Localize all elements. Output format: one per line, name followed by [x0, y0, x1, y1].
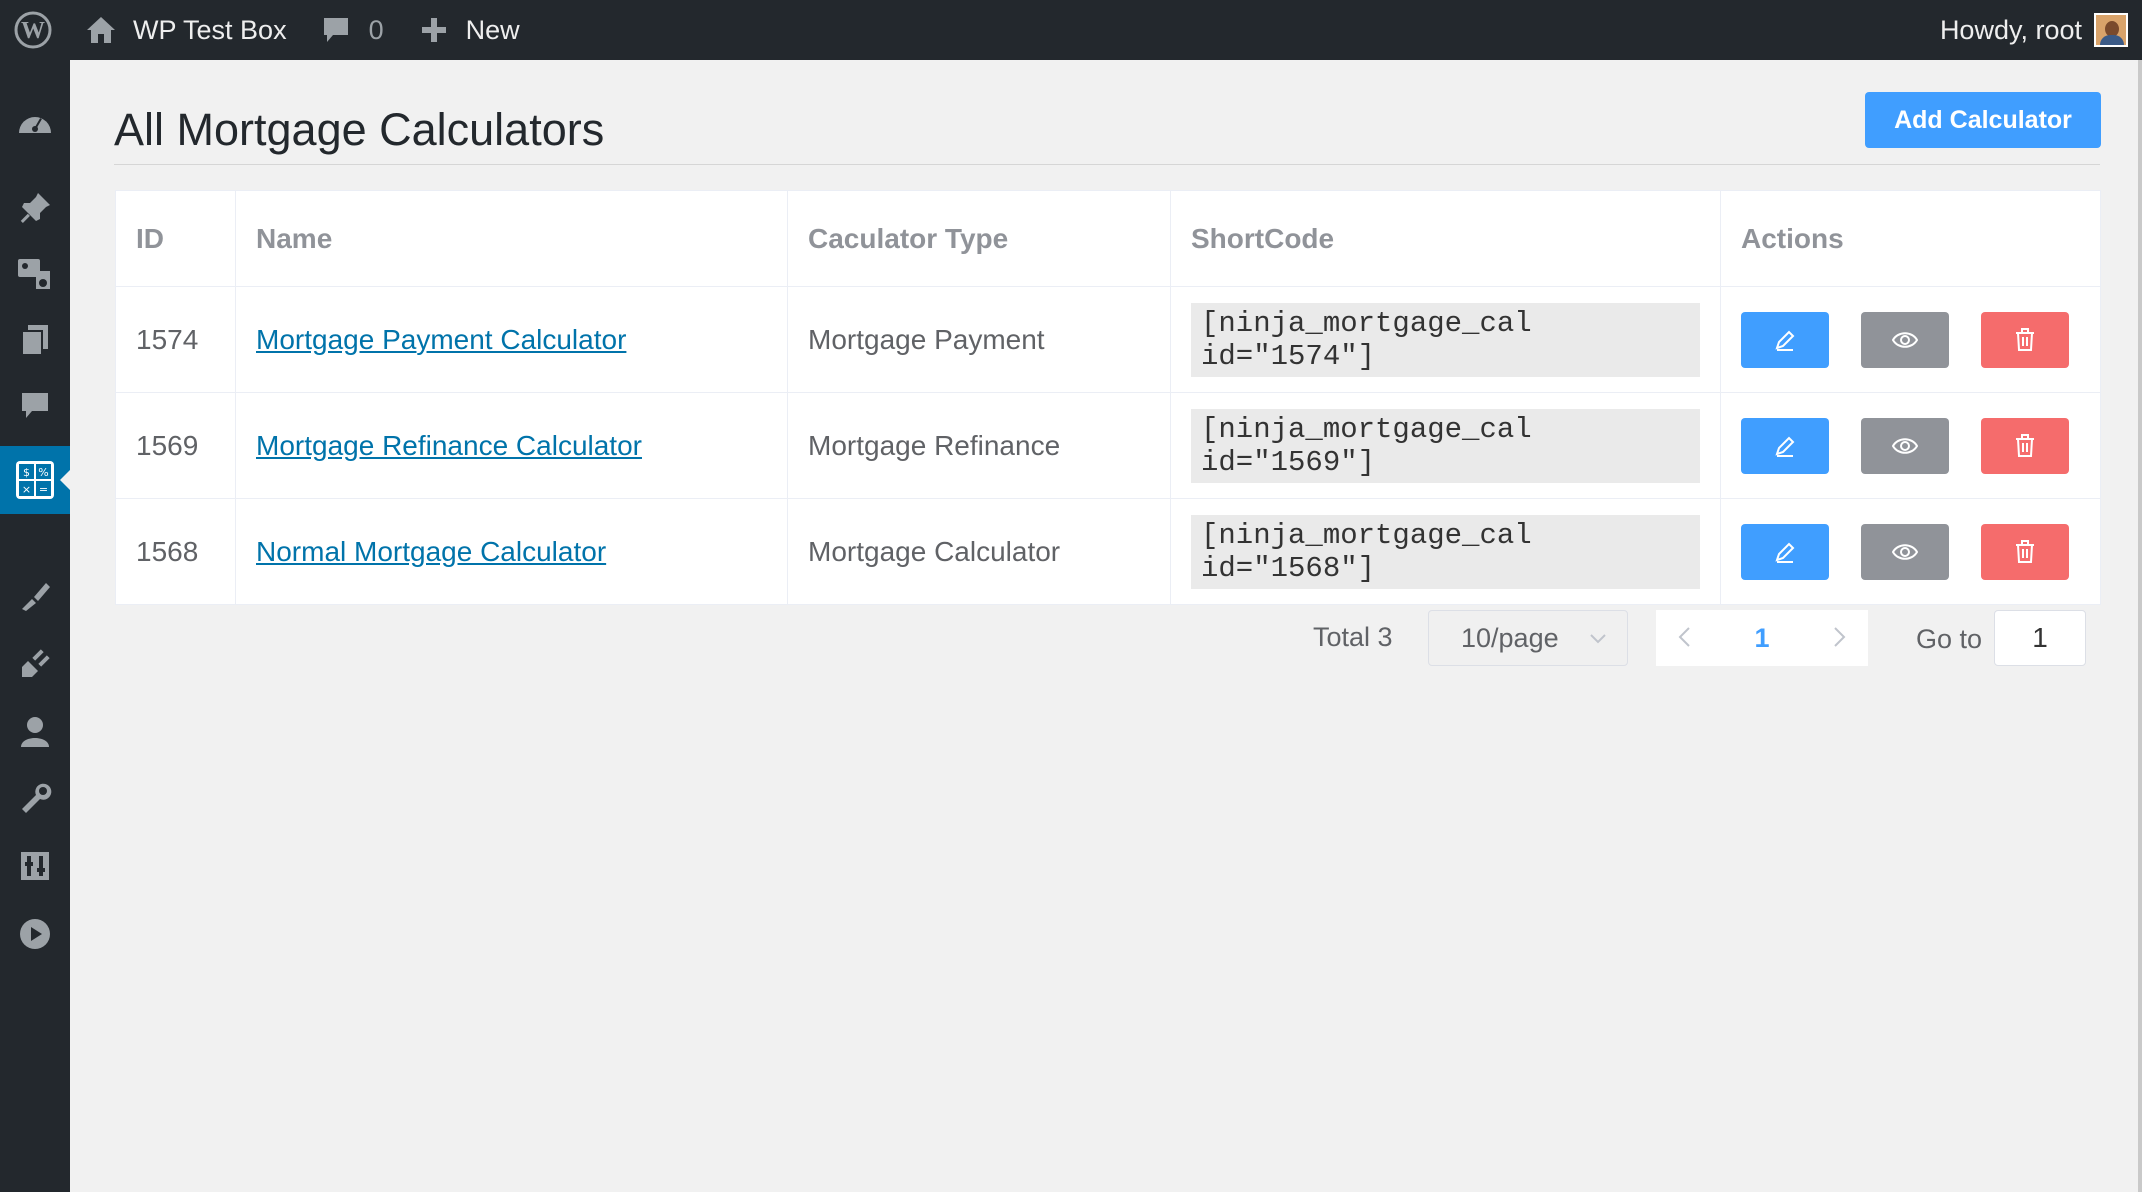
cell-type: Mortgage Payment — [787, 286, 1171, 393]
collapse-menu-icon[interactable] — [0, 906, 70, 962]
plugins-icon[interactable] — [0, 636, 70, 692]
goto-page-input[interactable] — [1994, 610, 2086, 666]
view-button[interactable] — [1860, 523, 1949, 580]
table-header-row: ID Name Caculator Type ShortCode Actions — [115, 190, 2101, 287]
svg-text:$: $ — [23, 466, 30, 479]
plus-icon — [421, 18, 446, 42]
cell-type: Mortgage Refinance — [787, 392, 1171, 499]
table-row: 1574 Mortgage Payment Calculator Mortgag… — [115, 286, 2101, 393]
pencil-icon — [1775, 436, 1795, 457]
pencil-icon — [1775, 542, 1795, 563]
page-size-select[interactable]: 10/page — [1428, 610, 1628, 666]
eye-icon — [1891, 437, 1918, 454]
column-header-shortcode: ShortCode — [1170, 190, 1721, 287]
posts-pin-icon[interactable] — [0, 180, 70, 236]
admin-sidebar: $ % × = — [0, 60, 70, 1192]
total-count: Total 3 — [1313, 622, 1393, 652]
chevron-right-icon[interactable] — [1828, 624, 1850, 650]
cell-type: Mortgage Calculator — [787, 498, 1171, 605]
eye-icon — [1891, 543, 1918, 560]
main-content: All Mortgage Calculators Add Calculator … — [70, 60, 2138, 1192]
svg-text:×: × — [22, 483, 31, 496]
delete-button[interactable] — [1980, 311, 2069, 368]
table-row: 1569 Mortgage Refinance Calculator Mortg… — [115, 392, 2101, 499]
tools-wrench-icon[interactable] — [0, 770, 70, 826]
scrollbar[interactable] — [2138, 60, 2142, 1192]
appearance-brush-icon[interactable] — [0, 568, 70, 624]
calculators-table: ID Name Caculator Type ShortCode Actions… — [115, 190, 2101, 605]
delete-button[interactable] — [1980, 417, 2069, 474]
comments-link[interactable]: 0 — [321, 0, 384, 60]
shortcode[interactable]: [ninja_mortgage_cal id="1569"] — [1191, 408, 1700, 483]
wordpress-logo-icon[interactable]: W — [0, 0, 65, 60]
home-icon — [87, 17, 115, 43]
users-icon[interactable] — [0, 704, 70, 760]
pagination: Total 3 10/page 1 Go to — [70, 610, 2138, 670]
page-size-value: 10/page — [1461, 622, 1559, 653]
cell-id: 1574 — [115, 286, 236, 393]
edit-button[interactable] — [1741, 523, 1829, 580]
cell-id: 1569 — [115, 392, 236, 499]
table-row: 1568 Normal Mortgage Calculator Mortgage… — [115, 498, 2101, 605]
column-header-type: Caculator Type — [787, 190, 1171, 287]
new-label: New — [465, 14, 520, 45]
media-icon[interactable] — [0, 246, 70, 302]
delete-button[interactable] — [1980, 523, 2069, 580]
page-title: All Mortgage Calculators — [114, 104, 605, 155]
account-menu[interactable]: Howdy, root — [1940, 13, 2128, 47]
calculator-name-link[interactable]: Normal Mortgage Calculator — [256, 536, 606, 567]
svg-text:=: = — [39, 483, 48, 496]
view-button[interactable] — [1860, 417, 1949, 474]
shortcode[interactable]: [ninja_mortgage_cal id="1574"] — [1191, 302, 1700, 377]
trash-icon — [2015, 327, 2034, 351]
goto-label: Go to — [1916, 624, 1983, 654]
new-content-link[interactable]: New — [420, 0, 520, 60]
column-header-name: Name — [235, 190, 788, 287]
comments-icon[interactable] — [0, 378, 70, 434]
column-header-actions: Actions — [1720, 190, 2101, 287]
view-button[interactable] — [1860, 311, 1949, 368]
cell-id: 1568 — [115, 498, 236, 605]
chevron-left-icon[interactable] — [1674, 624, 1696, 650]
calculator-name-link[interactable]: Mortgage Payment Calculator — [256, 324, 626, 355]
svg-text:W: W — [21, 18, 45, 44]
trash-icon — [2015, 433, 2034, 457]
site-name: WP Test Box — [133, 14, 287, 45]
trash-icon — [2015, 539, 2034, 563]
calculator-name-link[interactable]: Mortgage Refinance Calculator — [256, 430, 642, 461]
comments-count: 0 — [368, 14, 384, 45]
shortcode[interactable]: [ninja_mortgage_cal id="1568"] — [1191, 514, 1700, 589]
site-name-link[interactable]: WP Test Box — [85, 0, 287, 60]
settings-icon[interactable] — [0, 838, 70, 894]
add-calculator-button[interactable]: Add Calculator — [1865, 92, 2101, 148]
eye-icon — [1891, 331, 1918, 348]
pager-controls: 1 — [1656, 610, 1868, 666]
svg-text:%: % — [38, 466, 48, 479]
edit-button[interactable] — [1741, 417, 1829, 474]
pages-icon[interactable] — [0, 312, 70, 368]
comment-icon — [323, 18, 348, 42]
mortgage-calculator-menu-icon[interactable]: $ % × = — [0, 446, 70, 514]
edit-button[interactable] — [1741, 311, 1829, 368]
admin-bar: W WP Test Box 0 New Howdy, root — [0, 0, 2142, 60]
title-divider — [114, 164, 2100, 165]
pencil-icon — [1775, 330, 1795, 351]
howdy-text: Howdy, root — [1939, 14, 2082, 45]
chevron-down-icon — [1590, 634, 1606, 644]
dashboard-icon[interactable] — [0, 94, 70, 150]
column-header-id: ID — [115, 190, 236, 287]
avatar[interactable] — [2094, 13, 2128, 47]
